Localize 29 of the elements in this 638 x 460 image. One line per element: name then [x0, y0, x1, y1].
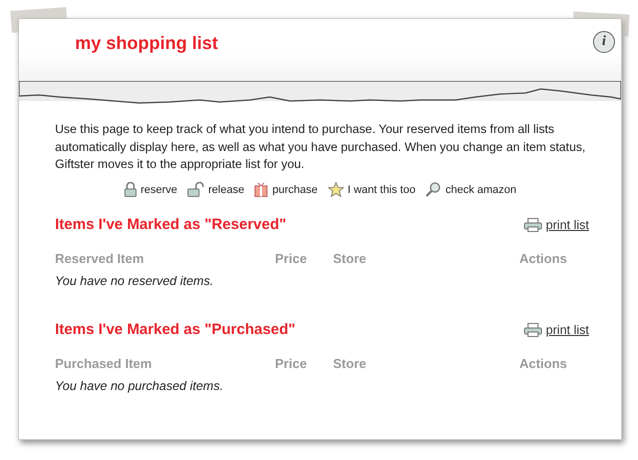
print-link[interactable]: print list — [546, 216, 589, 235]
column-header: Reserved Item — [55, 250, 145, 268]
legend-label: purchase — [272, 182, 318, 198]
printer-icon — [524, 218, 542, 232]
open-lock-icon — [187, 182, 204, 198]
section-title: Items I've Marked as "Reserved" — [55, 216, 286, 234]
printer-icon — [524, 323, 542, 338]
page-title: my shopping list — [75, 33, 218, 55]
legend-label: release — [208, 182, 244, 198]
column-header: Store — [333, 354, 368, 373]
legend-label: reserve — [140, 182, 178, 198]
search-icon — [425, 182, 442, 198]
column-header: Purchased Item — [55, 354, 153, 373]
info-icon[interactable]: i — [593, 31, 615, 53]
legend-label: check amazon — [445, 182, 516, 198]
print-link[interactable]: print list — [546, 321, 589, 340]
column-header: Price — [275, 250, 308, 268]
column-header: Price — [275, 354, 308, 373]
intro-text: Use this page to keep track of what you intend to purchase. Your reserved items from all lists automatically display here, as well as what you have purchased. When you change an item status, Giftster moves it to the appropriate list for you. — [55, 121, 586, 173]
star-icon — [328, 182, 344, 198]
column-header: Store — [333, 250, 368, 268]
empty-message: You have no reserved items. — [55, 273, 214, 290]
column-header: Actions — [519, 354, 567, 373]
gift-icon — [254, 182, 268, 198]
section-title: Items I've Marked as "Purchased" — [55, 321, 296, 340]
lock-icon — [124, 182, 137, 198]
empty-message: You have no purchased items. — [55, 378, 224, 396]
legend-label: I want this too — [348, 182, 416, 198]
column-header: Actions — [519, 250, 567, 268]
